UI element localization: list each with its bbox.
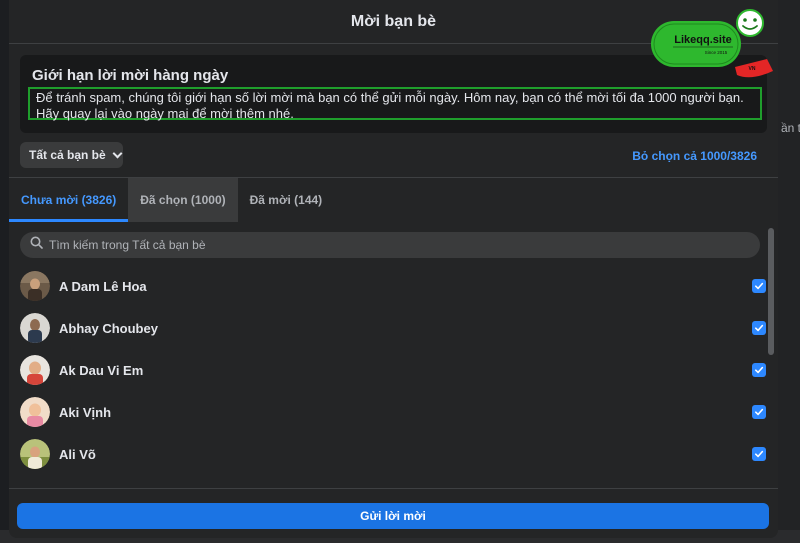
search-icon [30, 236, 43, 254]
list-item[interactable]: Ali Võ [9, 433, 778, 475]
deselect-all-link[interactable]: Bỏ chọn cả 1000/3826 [632, 149, 757, 163]
tab-invited[interactable]: Đã mời (144) [238, 178, 335, 222]
check-icon [754, 408, 764, 416]
check-icon [754, 324, 764, 332]
friend-list: A Dam Lê Hoa Abhay Choubey Ak Dau Vi Em … [9, 265, 778, 475]
invite-tabs: Chưa mời (3826) Đã chọn (1000) Đã mời (1… [9, 178, 334, 222]
friends-filter-dropdown[interactable]: Tất cả bạn bè [20, 142, 123, 168]
check-icon [754, 282, 764, 290]
list-scrollbar[interactable] [768, 228, 774, 355]
tab-not-invited[interactable]: Chưa mời (3826) [9, 178, 129, 222]
watermark-tag: VN [749, 66, 756, 72]
avatar [20, 439, 50, 469]
list-item[interactable]: Abhay Choubey [9, 307, 778, 349]
invite-friends-dialog: Mời bạn bè Giới hạn lời mời hàng ngày Để… [9, 0, 778, 538]
friend-checkbox[interactable] [752, 363, 766, 377]
friend-name: Ali Võ [59, 446, 96, 462]
friend-checkbox[interactable] [752, 447, 766, 461]
notice-body: Để tránh spam, chúng tôi giới hạn số lời… [28, 87, 762, 121]
avatar [20, 313, 50, 343]
tab-selected[interactable]: Đã chọn (1000) [128, 178, 238, 222]
avatar [20, 271, 50, 301]
watermark-brand: Likeqq.site [674, 34, 731, 46]
avatar [20, 397, 50, 427]
likeqq-watermark-logo: Likeqq.site Since 2015 VN [651, 9, 773, 78]
friend-name: Abhay Choubey [59, 320, 158, 336]
list-item[interactable]: Aki Vịnh [9, 391, 778, 433]
friend-checkbox[interactable] [752, 279, 766, 293]
friend-checkbox[interactable] [752, 321, 766, 335]
friend-name: A Dam Lê Hoa [59, 278, 147, 294]
dialog-title: Mời bạn bè [350, 12, 437, 30]
friend-checkbox[interactable] [752, 405, 766, 419]
filter-label: Tất cả bạn bè [29, 148, 106, 162]
page-backdrop-left [0, 0, 9, 543]
search-input[interactable] [49, 238, 729, 252]
chevron-down-icon [112, 148, 123, 158]
list-item[interactable]: Ak Dau Vi Em [9, 349, 778, 391]
friend-name: Ak Dau Vi Em [59, 362, 144, 378]
page-backdrop-right [778, 0, 800, 543]
footer-divider [9, 488, 778, 489]
avatar [20, 355, 50, 385]
friend-name: Aki Vịnh [59, 404, 112, 420]
send-invites-button[interactable]: Gửi lời mời [17, 503, 769, 529]
background-partial-text: ần t [781, 121, 800, 135]
notice-title: Giới hạn lời mời hàng ngày [32, 67, 229, 84]
search-box[interactable] [20, 232, 760, 258]
check-icon [754, 366, 764, 374]
watermark-tagline: Since 2015 [705, 50, 728, 55]
list-item[interactable]: A Dam Lê Hoa [9, 265, 778, 307]
check-icon [754, 450, 764, 458]
